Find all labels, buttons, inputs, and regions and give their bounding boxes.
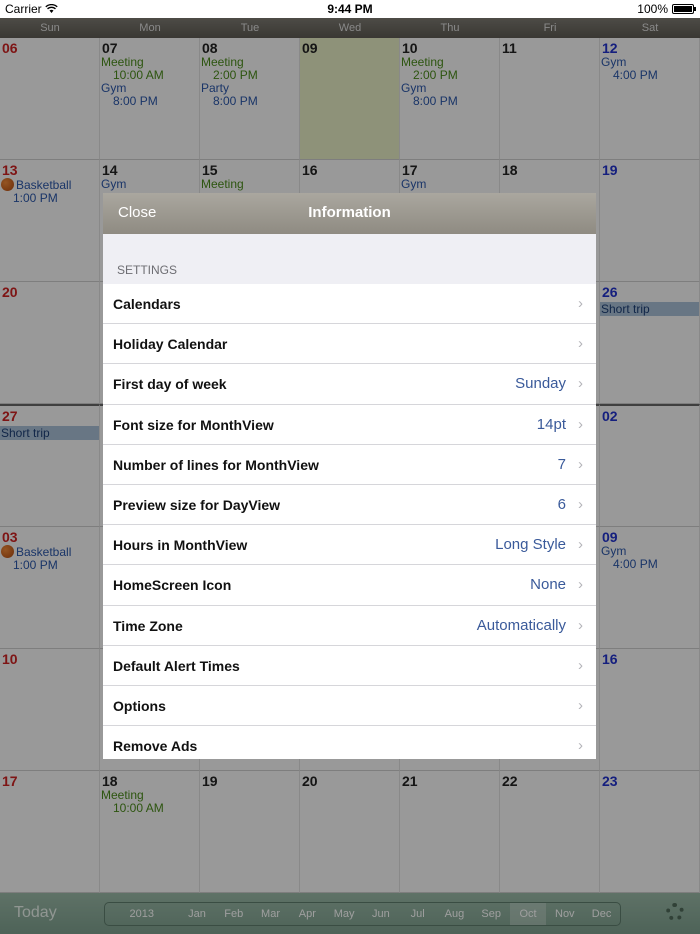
settings-row[interactable]: HomeScreen Icon None ›	[103, 565, 596, 606]
chevron-right-icon: ›	[578, 576, 583, 594]
settings-row[interactable]: Remove Ads ›	[103, 726, 596, 759]
settings-row-label: Font size for MonthView	[113, 416, 274, 433]
settings-row[interactable]: Preview size for DayView 6 ›	[103, 484, 596, 526]
settings-row-label: Hours in MonthView	[113, 537, 248, 554]
settings-row-value: Automatically	[476, 616, 566, 634]
chevron-right-icon: ›	[578, 375, 583, 393]
chevron-right-icon: ›	[578, 737, 583, 755]
chevron-right-icon: ›	[578, 415, 583, 433]
modal-header: Close Information	[103, 193, 596, 234]
battery-percent: 100%	[637, 2, 668, 16]
settings-row-label: Time Zone	[113, 617, 183, 634]
battery-icon	[672, 4, 696, 14]
settings-row-label: Calendars	[113, 296, 181, 312]
settings-row[interactable]: Time Zone Automatically ›	[103, 605, 596, 646]
settings-row[interactable]: Hours in MonthView Long Style ›	[103, 525, 596, 566]
settings-row-label: Options	[113, 697, 166, 714]
settings-row-label: Number of lines for MonthView	[113, 456, 319, 473]
settings-row[interactable]: Holiday Calendar ›	[103, 324, 596, 365]
settings-row-value: Long Style	[495, 536, 566, 554]
settings-row-label: Default Alert Times	[113, 657, 240, 674]
settings-list: Calendars › Holiday Calendar › First day of …	[103, 284, 596, 759]
chevron-right-icon: ›	[578, 696, 583, 714]
settings-row-value: None	[530, 576, 566, 594]
settings-row[interactable]: First day of week Sunday ›	[103, 364, 596, 405]
settings-row-value: 7	[557, 455, 566, 473]
chevron-right-icon: ›	[578, 455, 583, 473]
settings-row[interactable]: Calendars ›	[103, 284, 596, 325]
settings-row-label: HomeScreen Icon	[113, 577, 232, 594]
settings-row-label: Remove Ads	[113, 738, 198, 755]
settings-row[interactable]: Number of lines for MonthView 7 ›	[103, 444, 596, 485]
chevron-right-icon: ›	[578, 616, 583, 634]
settings-row-value: 6	[557, 495, 566, 513]
settings-row-label: Preview size for DayView	[113, 496, 281, 513]
settings-row-label: First day of week	[113, 376, 227, 393]
settings-section-header: SETTINGS	[117, 263, 178, 277]
clock: 9:44 PM	[327, 2, 373, 16]
settings-row-value: Sunday	[515, 375, 566, 393]
settings-row[interactable]: Font size for MonthView 14pt ›	[103, 404, 596, 445]
chevron-right-icon: ›	[578, 656, 583, 674]
information-modal: Close Information SETTINGS Calendars › Hol…	[103, 193, 596, 759]
modal-title: Information	[308, 204, 391, 221]
battery-area: 100%	[637, 2, 696, 16]
settings-row[interactable]: Default Alert Times ›	[103, 645, 596, 686]
chevron-right-icon: ›	[578, 495, 583, 513]
settings-row-label: Holiday Calendar	[113, 336, 228, 353]
chevron-right-icon: ›	[578, 335, 583, 353]
chevron-right-icon: ›	[578, 295, 583, 312]
status-bar: Carrier 9:44 PM 100%	[0, 0, 700, 18]
settings-row-value: 14pt	[536, 415, 566, 433]
settings-row[interactable]: Options ›	[103, 685, 596, 727]
chevron-right-icon: ›	[578, 536, 583, 554]
